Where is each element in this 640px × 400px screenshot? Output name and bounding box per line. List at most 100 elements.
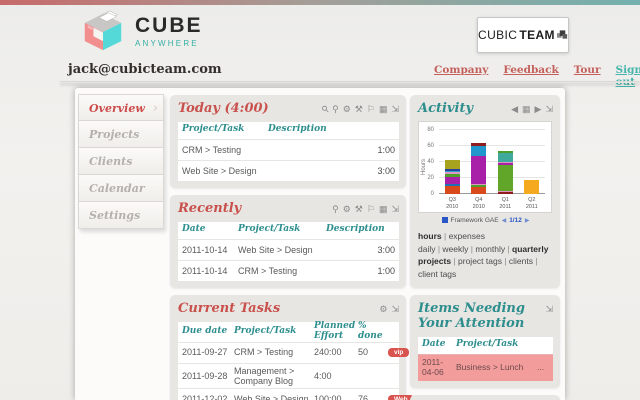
search-icon[interactable]: ⚲ (332, 104, 339, 114)
prev-icon[interactable]: ◀ (511, 104, 518, 114)
bar-segment[interactable] (445, 160, 460, 169)
legend-prev-icon[interactable]: ◀ (502, 217, 507, 224)
activity-chart[interactable]: Hours 020406080Q3 2010Q4 2010Q1 2011Q2 2… (418, 121, 552, 213)
expand-icon[interactable]: ⇲ (545, 104, 553, 114)
sidebar-item-clients[interactable]: Clients (78, 148, 164, 175)
date-cell: 2011-04-06 (422, 356, 456, 380)
bar-segment[interactable] (445, 172, 460, 174)
filter-link-project-tags[interactable]: project tags (458, 256, 502, 266)
filter-link-quarterly[interactable]: quarterly (512, 244, 548, 254)
bar-segment[interactable] (498, 165, 513, 191)
filter-link-expenses[interactable]: expenses (449, 231, 485, 241)
report-icon[interactable]: ▦ (379, 204, 388, 214)
cubicteam-logo[interactable]: CUBICTEAM (477, 17, 569, 53)
table-row[interactable]: Web Site > Design 3:00 (178, 160, 399, 181)
cube-anywhere-logo[interactable]: CUBE ANYWHERE (80, 8, 203, 54)
tag-icon[interactable]: ⚐ (367, 104, 375, 114)
report-icon[interactable]: ▦ (379, 104, 388, 114)
table-row[interactable]: 2011-12-02 Web Site > Design 100:00 76 W… (178, 388, 399, 400)
y-tick-label: 20 (419, 175, 434, 181)
bar-segment[interactable] (498, 191, 513, 193)
filter-line: daily | weekly | monthly | quarterly (418, 243, 553, 256)
gear-icon[interactable]: ⚙ (379, 304, 387, 314)
bar-segment[interactable] (445, 171, 460, 173)
feedback-link[interactable]: Feedback (503, 64, 558, 88)
desc-cell (268, 169, 363, 173)
filter-link-projects[interactable]: projects (418, 256, 451, 266)
tag-icon[interactable]: ⚐ (367, 204, 375, 214)
table-row[interactable]: 2011-10-14 Web Site > Design 3:00 (178, 239, 399, 260)
tools-icon[interactable]: ⚒ (355, 204, 363, 214)
bar-segment[interactable] (471, 184, 486, 186)
expand-icon[interactable]: ⇲ (545, 304, 553, 314)
bar-segment[interactable] (471, 143, 486, 146)
tag-badge[interactable]: vip (388, 348, 409, 357)
bar-segment[interactable] (445, 174, 460, 177)
current-tasks-toolbar: ⚙ ⇲ (379, 304, 399, 314)
filter-link-daily[interactable]: daily (418, 244, 435, 254)
table-row[interactable]: 2011-09-28 Management > Company Blog 4:0… (178, 363, 399, 389)
calendar-icon[interactable]: ▦ (522, 104, 531, 114)
signout-link[interactable]: Sign out (616, 64, 640, 88)
bar-segment[interactable] (498, 153, 513, 162)
filter-link-hours[interactable]: hours (418, 231, 442, 241)
legend-swatch (442, 217, 448, 223)
tools-icon[interactable]: ⚒ (355, 104, 363, 114)
activity-panel: Activity ◀ ▦ ▶ ⇲ Hours 020406080Q3 2010Q… (410, 95, 560, 288)
filter-separator: | (533, 256, 538, 266)
bar-segment[interactable] (498, 192, 513, 194)
y-tick-label: 40 (419, 159, 434, 165)
expand-icon[interactable]: ⇲ (391, 104, 399, 114)
filter-link-weekly[interactable]: weekly (442, 244, 468, 254)
expand-icon[interactable]: ⇲ (391, 204, 399, 214)
legend-next-icon[interactable]: ▶ (525, 217, 530, 224)
bar-segment[interactable] (524, 180, 539, 194)
date-cell: 2011-10-14 (182, 264, 238, 278)
filter-link-client-tags[interactable]: client tags (418, 269, 456, 279)
bar-segment[interactable] (445, 186, 460, 194)
key-icon[interactable]: ⚲ (319, 103, 331, 115)
bar-segment[interactable] (445, 169, 460, 171)
tour-link[interactable]: Tour (574, 64, 601, 88)
table-row[interactable]: 2011-10-14 CRM > Testing 1:00 (178, 260, 399, 281)
task-cell: Web Site > Design (234, 392, 314, 400)
filter-link-monthly[interactable]: monthly (475, 244, 505, 254)
y-tick-label: 0 (419, 191, 434, 197)
company-link[interactable]: Company (434, 64, 488, 88)
activity-filters: hours | expenses daily | weekly | monthly… (418, 230, 553, 281)
bar-segment[interactable] (471, 185, 486, 187)
bar-segment[interactable] (471, 187, 486, 194)
bar-segment[interactable] (498, 151, 513, 153)
filter-link-clients[interactable]: clients (509, 256, 533, 266)
next-icon[interactable]: ▶ (535, 104, 542, 114)
column-header-task: Project/Task (182, 125, 268, 135)
cubicteam-text-regular: CUBIC (478, 28, 517, 42)
sidebar-item-overview[interactable]: Overview › (78, 94, 164, 121)
chart-legend: Framework GAE ◀ 1/12 ▶ (418, 217, 553, 224)
gear-icon[interactable]: ⚙ (343, 104, 351, 114)
bar-segment[interactable] (471, 156, 486, 183)
effort-cell: 4:00 (314, 369, 358, 383)
gear-icon[interactable]: ⚙ (343, 204, 351, 214)
sidebar-item-label: Settings (89, 209, 140, 222)
activity-title: Activity (418, 102, 473, 117)
attention-panel: Items Needing Your Attention ⇲ Date Proj… (410, 295, 560, 388)
column-header-done: % done (358, 322, 388, 342)
done-cell (358, 374, 388, 378)
sidebar-item-calendar[interactable]: Calendar (78, 175, 164, 202)
search-icon[interactable]: ⚲ (332, 204, 339, 214)
table-row[interactable]: 2011-09-27 CRM > Testing 240:00 50 vip (178, 342, 399, 363)
pixel-cube-icon (557, 29, 568, 41)
sidebar-item-settings[interactable]: Settings (78, 202, 164, 229)
bar-segment[interactable] (445, 184, 460, 186)
bar-segment[interactable] (445, 177, 460, 183)
sidebar-item-projects[interactable]: Projects (78, 121, 164, 148)
expand-icon[interactable]: ⇲ (391, 304, 399, 314)
table-row[interactable]: CRM > Testing 1:00 (178, 139, 399, 160)
bar-segment[interactable] (498, 163, 513, 165)
gridline (439, 129, 545, 130)
bar-segment[interactable] (471, 146, 486, 156)
missing-timesheets-panel: Missing Timesheets ⇲ (410, 395, 560, 400)
active-arrow-icon: › (153, 95, 158, 122)
attention-row[interactable]: 2011-04-06 Business > Lunch ... (418, 354, 553, 381)
